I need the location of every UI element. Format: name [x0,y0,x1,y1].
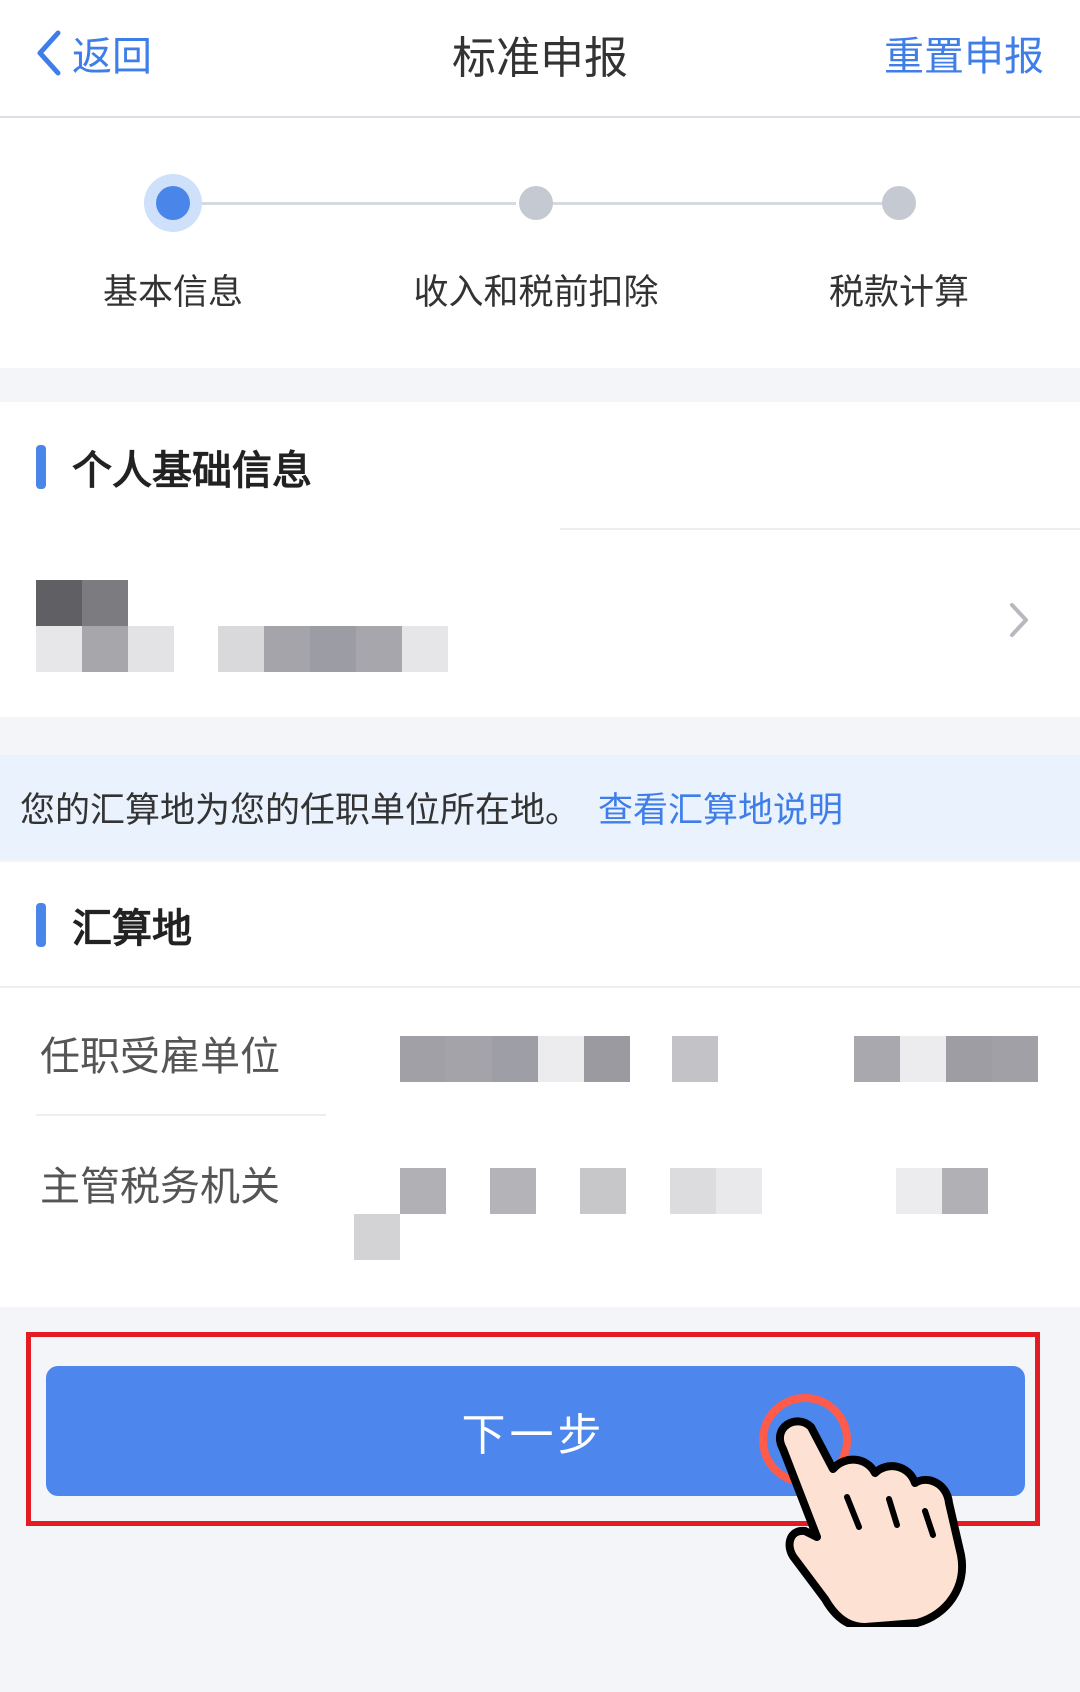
divider [560,528,1080,530]
step-connector [540,202,896,205]
step-dot-tax-calc [882,186,916,220]
step-connector [176,202,516,205]
personal-info-title: 个人基础信息 [72,448,312,494]
step-dot-income [519,186,553,220]
settlement-location-card: 汇算地 任职受雇单位 主管税务机关 [0,862,1080,1307]
next-step-label: 下一步 [461,1411,606,1460]
step-label-tax-calc: 税款计算 [828,273,969,313]
step-indicator: 基本信息 收入和税前扣除 税款计算 [0,118,1080,368]
section-accent-bar [36,903,46,947]
notice-text: 您的汇算地为您的任职单位所在地。 [20,791,581,831]
view-settlement-explanation-link[interactable]: 查看汇算地说明 [598,782,843,833]
settlement-title: 汇算地 [72,906,192,952]
settlement-notice: 您的汇算地为您的任职单位所在地。 查看汇算地说明 [0,755,1080,860]
redacted-employer [400,1036,1038,1082]
reset-declaration-button[interactable]: 重置申报 [884,24,1044,82]
chevron-right-icon [1010,603,1028,637]
nav-bar: 返回 标准申报 重置申报 [0,0,1080,118]
personal-info-card: 个人基础信息 [0,402,1080,717]
section-accent-bar [36,445,46,489]
divider [0,986,1080,988]
employer-label: 任职受雇单位 [40,1034,280,1080]
step-dot-basic-info [144,174,202,232]
redacted-tax-authority [354,1168,988,1260]
step-label-income: 收入和税前扣除 [413,273,659,313]
hand-pointer-icon [759,1394,967,1627]
step-label-basic-info: 基本信息 [102,273,243,313]
tax-authority-label: 主管税务机关 [40,1164,280,1210]
redacted-personal-info[interactable] [36,580,486,674]
divider [36,1114,326,1116]
personal-info-heading: 个人基础信息 [36,442,312,494]
settlement-heading: 汇算地 [36,900,192,952]
